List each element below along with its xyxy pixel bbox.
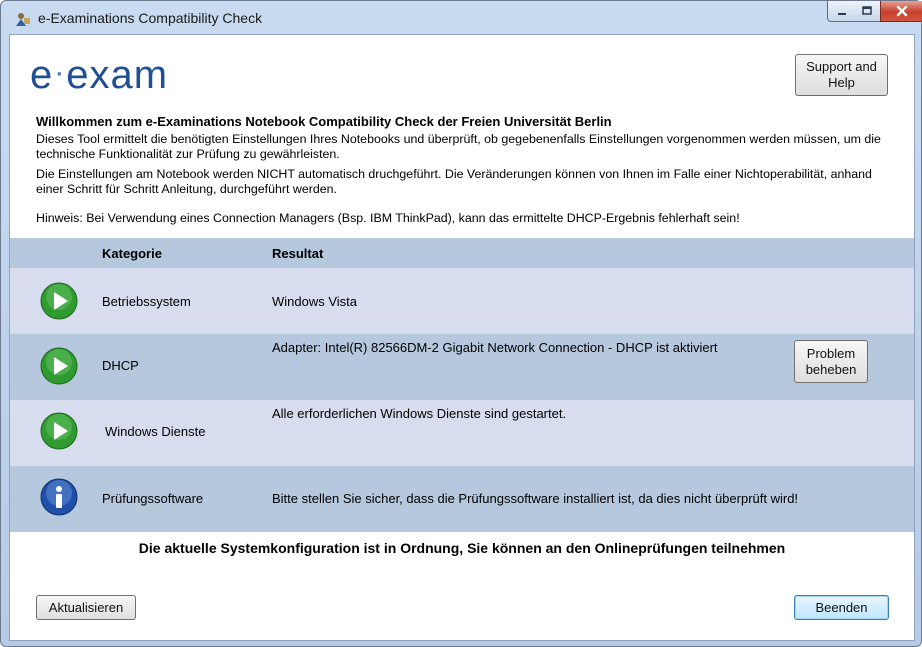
e-exam-logo: e·exam bbox=[30, 53, 169, 97]
client-area: e·exam Support and Help Willkommen zum e… bbox=[9, 34, 915, 641]
window-title: e-Examinations Compatibility Check bbox=[38, 10, 263, 26]
header-category: Kategorie bbox=[102, 246, 162, 261]
category-label: Prüfungssoftware bbox=[102, 491, 204, 506]
close-icon bbox=[896, 5, 908, 17]
table-row: DHCP Adapter: Intel(R) 82566DM-2 Gigabit… bbox=[10, 334, 914, 400]
fix-problem-button[interactable]: Problem beheben bbox=[794, 340, 868, 383]
status-message: Die aktuelle Systemkonfiguration ist in … bbox=[138, 540, 786, 556]
category-label: Betriebssystem bbox=[102, 294, 191, 309]
header-result: Resultat bbox=[272, 246, 324, 261]
maximize-button[interactable] bbox=[854, 1, 881, 22]
result-text: Alle erforderlichen Windows Dienste sind… bbox=[272, 406, 567, 421]
refresh-button[interactable]: Aktualisieren bbox=[36, 595, 136, 620]
play-icon bbox=[40, 347, 78, 385]
close-window-button[interactable] bbox=[880, 1, 922, 22]
dhcp-hint: Hinweis: Bei Verwendung eines Connection… bbox=[36, 211, 740, 225]
play-icon bbox=[40, 282, 78, 320]
category-label: Windows Dienste bbox=[105, 424, 206, 439]
result-text: Adapter: Intel(R) 82566DM-2 Gigabit Netw… bbox=[272, 340, 718, 355]
exit-button[interactable]: Beenden bbox=[794, 595, 889, 620]
intro-paragraph-1: Dieses Tool ermittelt die benötigten Ein… bbox=[36, 132, 881, 161]
table-row: Windows Dienste Alle erforderlichen Wind… bbox=[10, 400, 914, 466]
table-row: Prüfungssoftware Bitte stellen Sie siche… bbox=[10, 466, 914, 532]
play-icon bbox=[40, 412, 78, 450]
info-icon bbox=[40, 478, 78, 516]
minimize-button[interactable] bbox=[827, 1, 856, 22]
maximize-icon bbox=[862, 6, 872, 15]
result-text: Bitte stellen Sie sicher, dass die Prüfu… bbox=[272, 491, 799, 506]
result-text: Windows Vista bbox=[272, 294, 358, 309]
app-window: e-Examinations Compatibility Check e·exa… bbox=[0, 0, 922, 647]
intro-paragraph-2: Die Einstellungen am Notebook werden NIC… bbox=[36, 167, 872, 196]
support-help-button[interactable]: Support and Help bbox=[795, 54, 888, 96]
minimize-icon bbox=[837, 13, 846, 15]
table-row: Betriebssystem Windows Vista bbox=[10, 268, 914, 334]
app-icon bbox=[16, 13, 30, 26]
title-bar[interactable]: e-Examinations Compatibility Check bbox=[1, 1, 922, 35]
welcome-heading: Willkommen zum e-Examinations Notebook C… bbox=[36, 114, 612, 129]
category-label: DHCP bbox=[102, 358, 139, 373]
table-header: Kategorie Resultat bbox=[10, 238, 914, 268]
